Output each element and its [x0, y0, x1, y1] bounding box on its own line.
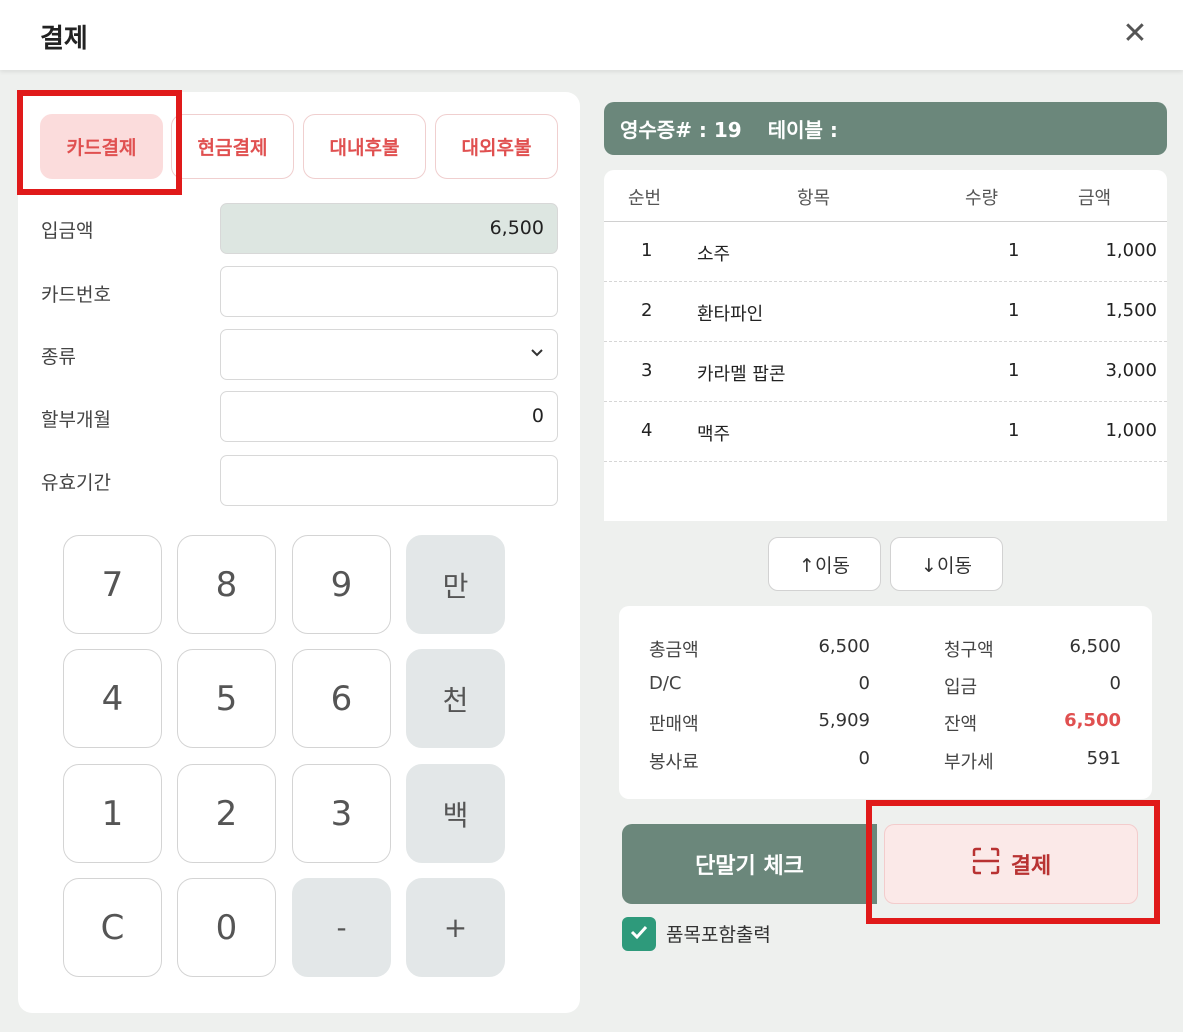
tab-internal-deferred[interactable]: 대내후불 [303, 114, 426, 179]
move-down-button[interactable]: ↓이동 [890, 537, 1003, 591]
payment-summary [619, 606, 1152, 799]
sales-value: 5,909 [818, 710, 870, 731]
table-row[interactable]: 2 환타파인 1 1,500 [604, 282, 1167, 342]
check-icon [628, 921, 650, 947]
service-charge-label: 봉사료 [649, 752, 699, 773]
card-type-label: 종류 [41, 346, 76, 368]
row-item: 맥주 [697, 424, 731, 445]
installment-label: 할부개월 [41, 409, 111, 431]
column-header-qty: 수량 [965, 188, 999, 209]
pay-button-label: 결제 [1010, 854, 1052, 879]
row-price: 1,000 [1105, 420, 1157, 441]
card-type-select[interactable] [220, 329, 558, 380]
key-7[interactable]: 7 [63, 535, 162, 634]
total-value: 6,500 [818, 636, 870, 657]
key-0[interactable]: 0 [177, 878, 276, 977]
column-header-seq: 순번 [628, 188, 662, 209]
scan-icon [971, 846, 1001, 882]
total-label: 총금액 [649, 640, 699, 661]
row-item: 카라멜 팝콘 [697, 364, 786, 385]
terminal-check-button[interactable]: 단말기 체크 [622, 824, 877, 904]
key-8[interactable]: 8 [177, 535, 276, 634]
card-number-label: 카드번호 [41, 284, 111, 306]
key-hundred[interactable]: 백 [406, 764, 505, 863]
receipt-header: 영수증# : 19 테이블 : [604, 102, 1167, 155]
key-6[interactable]: 6 [292, 649, 391, 748]
row-seq: 3 [641, 360, 653, 381]
row-qty: 1 [1008, 300, 1020, 321]
print-items-checkbox[interactable] [622, 917, 656, 951]
service-charge-value: 0 [858, 748, 870, 769]
row-item: 소주 [697, 244, 731, 265]
dc-value: 0 [858, 673, 870, 694]
key-9[interactable]: 9 [292, 535, 391, 634]
table-row[interactable]: 4 맥주 1 1,000 [604, 402, 1167, 462]
billed-label: 청구액 [944, 640, 994, 661]
deposit-value: 0 [1109, 673, 1121, 694]
modal-title: 결제 [40, 24, 88, 54]
key-clear[interactable]: C [63, 878, 162, 977]
key-5[interactable]: 5 [177, 649, 276, 748]
tab-external-deferred[interactable]: 대외후불 [435, 114, 558, 179]
key-1[interactable]: 1 [63, 764, 162, 863]
row-qty: 1 [1008, 420, 1020, 441]
row-qty: 1 [1008, 240, 1020, 261]
row-qty: 1 [1008, 360, 1020, 381]
modal-header: 결제 ✕ [0, 0, 1183, 70]
row-price: 1,000 [1105, 240, 1157, 261]
row-seq: 2 [641, 300, 653, 321]
key-4[interactable]: 4 [63, 649, 162, 748]
column-header-price: 금액 [1078, 188, 1112, 209]
table-row[interactable]: 3 카라멜 팝콘 1 3,000 [604, 342, 1167, 402]
table-label: 테이블 : [767, 118, 838, 142]
expiry-field[interactable] [220, 455, 558, 506]
row-item: 환타파인 [697, 304, 764, 325]
pay-button[interactable]: 결제 [884, 824, 1138, 904]
billed-value: 6,500 [1069, 636, 1121, 657]
card-number-field[interactable] [220, 266, 558, 317]
row-price: 3,000 [1105, 360, 1157, 381]
expiry-label: 유효기간 [41, 472, 111, 494]
key-ten-thousand[interactable]: 만 [406, 535, 505, 634]
amount-field[interactable]: 6,500 [220, 203, 558, 254]
table-row[interactable]: 1 소주 1 1,000 [604, 222, 1167, 282]
sales-label: 판매액 [649, 714, 699, 735]
tab-card-payment[interactable]: 카드결제 [40, 114, 163, 179]
key-3[interactable]: 3 [292, 764, 391, 863]
print-items-label: 품목포함출력 [666, 924, 771, 946]
tab-cash-payment[interactable]: 현금결제 [171, 114, 294, 179]
deposit-label: 입금 [944, 677, 978, 698]
key-2[interactable]: 2 [177, 764, 276, 863]
chevron-down-icon [530, 330, 544, 379]
balance-value: 6,500 [1064, 710, 1121, 731]
row-seq: 4 [641, 420, 653, 441]
close-icon[interactable]: ✕ [1120, 16, 1150, 52]
amount-label: 입금액 [41, 220, 94, 242]
row-seq: 1 [641, 240, 653, 261]
row-price: 1,500 [1105, 300, 1157, 321]
dc-label: D/C [649, 673, 682, 694]
key-minus[interactable]: - [292, 878, 391, 977]
receipt-number: 영수증# : 19 [620, 118, 742, 142]
installment-field[interactable]: 0 [220, 391, 558, 442]
vat-label: 부가세 [944, 752, 994, 773]
vat-value: 591 [1086, 748, 1121, 769]
move-up-button[interactable]: ↑이동 [768, 537, 881, 591]
balance-label: 잔액 [944, 714, 978, 735]
column-header-item: 항목 [797, 188, 831, 209]
key-thousand[interactable]: 천 [406, 649, 505, 748]
key-plus[interactable]: + [406, 878, 505, 977]
